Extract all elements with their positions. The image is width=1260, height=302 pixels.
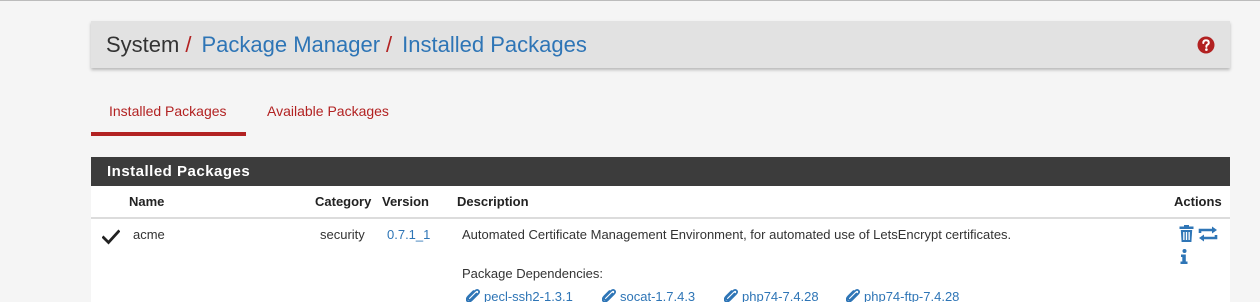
breadcrumb-separator: / [185,32,192,57]
dependency-link[interactable]: php74-ftp-7.4.28 [846,288,959,302]
tab-available-packages[interactable]: Available Packages [267,94,389,134]
column-header-actions: Actions [1174,194,1222,209]
reinstall-icon[interactable] [1197,226,1219,242]
paperclip-icon [846,289,860,302]
package-category: security [320,227,365,242]
dependency-link[interactable]: php74-7.4.28 [724,288,819,302]
panel-title: Installed Packages [107,163,251,180]
trash-icon[interactable] [1179,225,1194,242]
help-icon[interactable] [1197,36,1215,54]
paperclip-icon [724,289,738,302]
breadcrumb-package-manager-link[interactable]: Package Manager [201,32,380,57]
column-header-category: Category [315,194,372,209]
check-icon [102,229,120,245]
breadcrumb-trail: System / Package Manager / Installed Package… [106,32,587,58]
column-header-version: Version [382,194,429,209]
header-divider [91,217,1230,219]
dependency-link[interactable]: pecl-ssh2-1.3.1 [466,288,573,302]
dependency-label: pecl-ssh2-1.3.1 [484,289,573,302]
package-description: Automated Certificate Management Environ… [462,227,1012,242]
package-name: acme [133,227,165,242]
breadcrumb: System / Package Manager / Installed Package… [91,21,1230,68]
dependency-link[interactable]: socat-1.7.4.3 [602,288,695,302]
active-tab-indicator [91,132,246,136]
paperclip-icon [466,289,480,302]
breadcrumb-installed-packages-link[interactable]: Installed Packages [402,32,587,57]
column-header-name: Name [129,194,165,209]
tab-installed-packages[interactable]: Installed Packages [109,94,227,134]
package-dependencies-label: Package Dependencies: [462,266,603,281]
top-border [0,0,1260,1]
installed-packages-panel: Installed Packages Name Category Version… [91,157,1230,302]
paperclip-icon [602,289,616,302]
panel-heading: Installed Packages [91,157,1230,186]
dependency-label: socat-1.7.4.3 [620,289,696,302]
breadcrumb-system: System [106,32,180,57]
info-icon[interactable] [1180,249,1188,264]
column-header-description: Description [457,194,529,209]
dependency-label: php74-7.4.28 [742,289,819,302]
breadcrumb-separator: / [386,32,393,57]
package-version-link[interactable]: 0.7.1_1 [387,227,430,242]
dependency-label: php74-ftp-7.4.28 [864,289,960,302]
